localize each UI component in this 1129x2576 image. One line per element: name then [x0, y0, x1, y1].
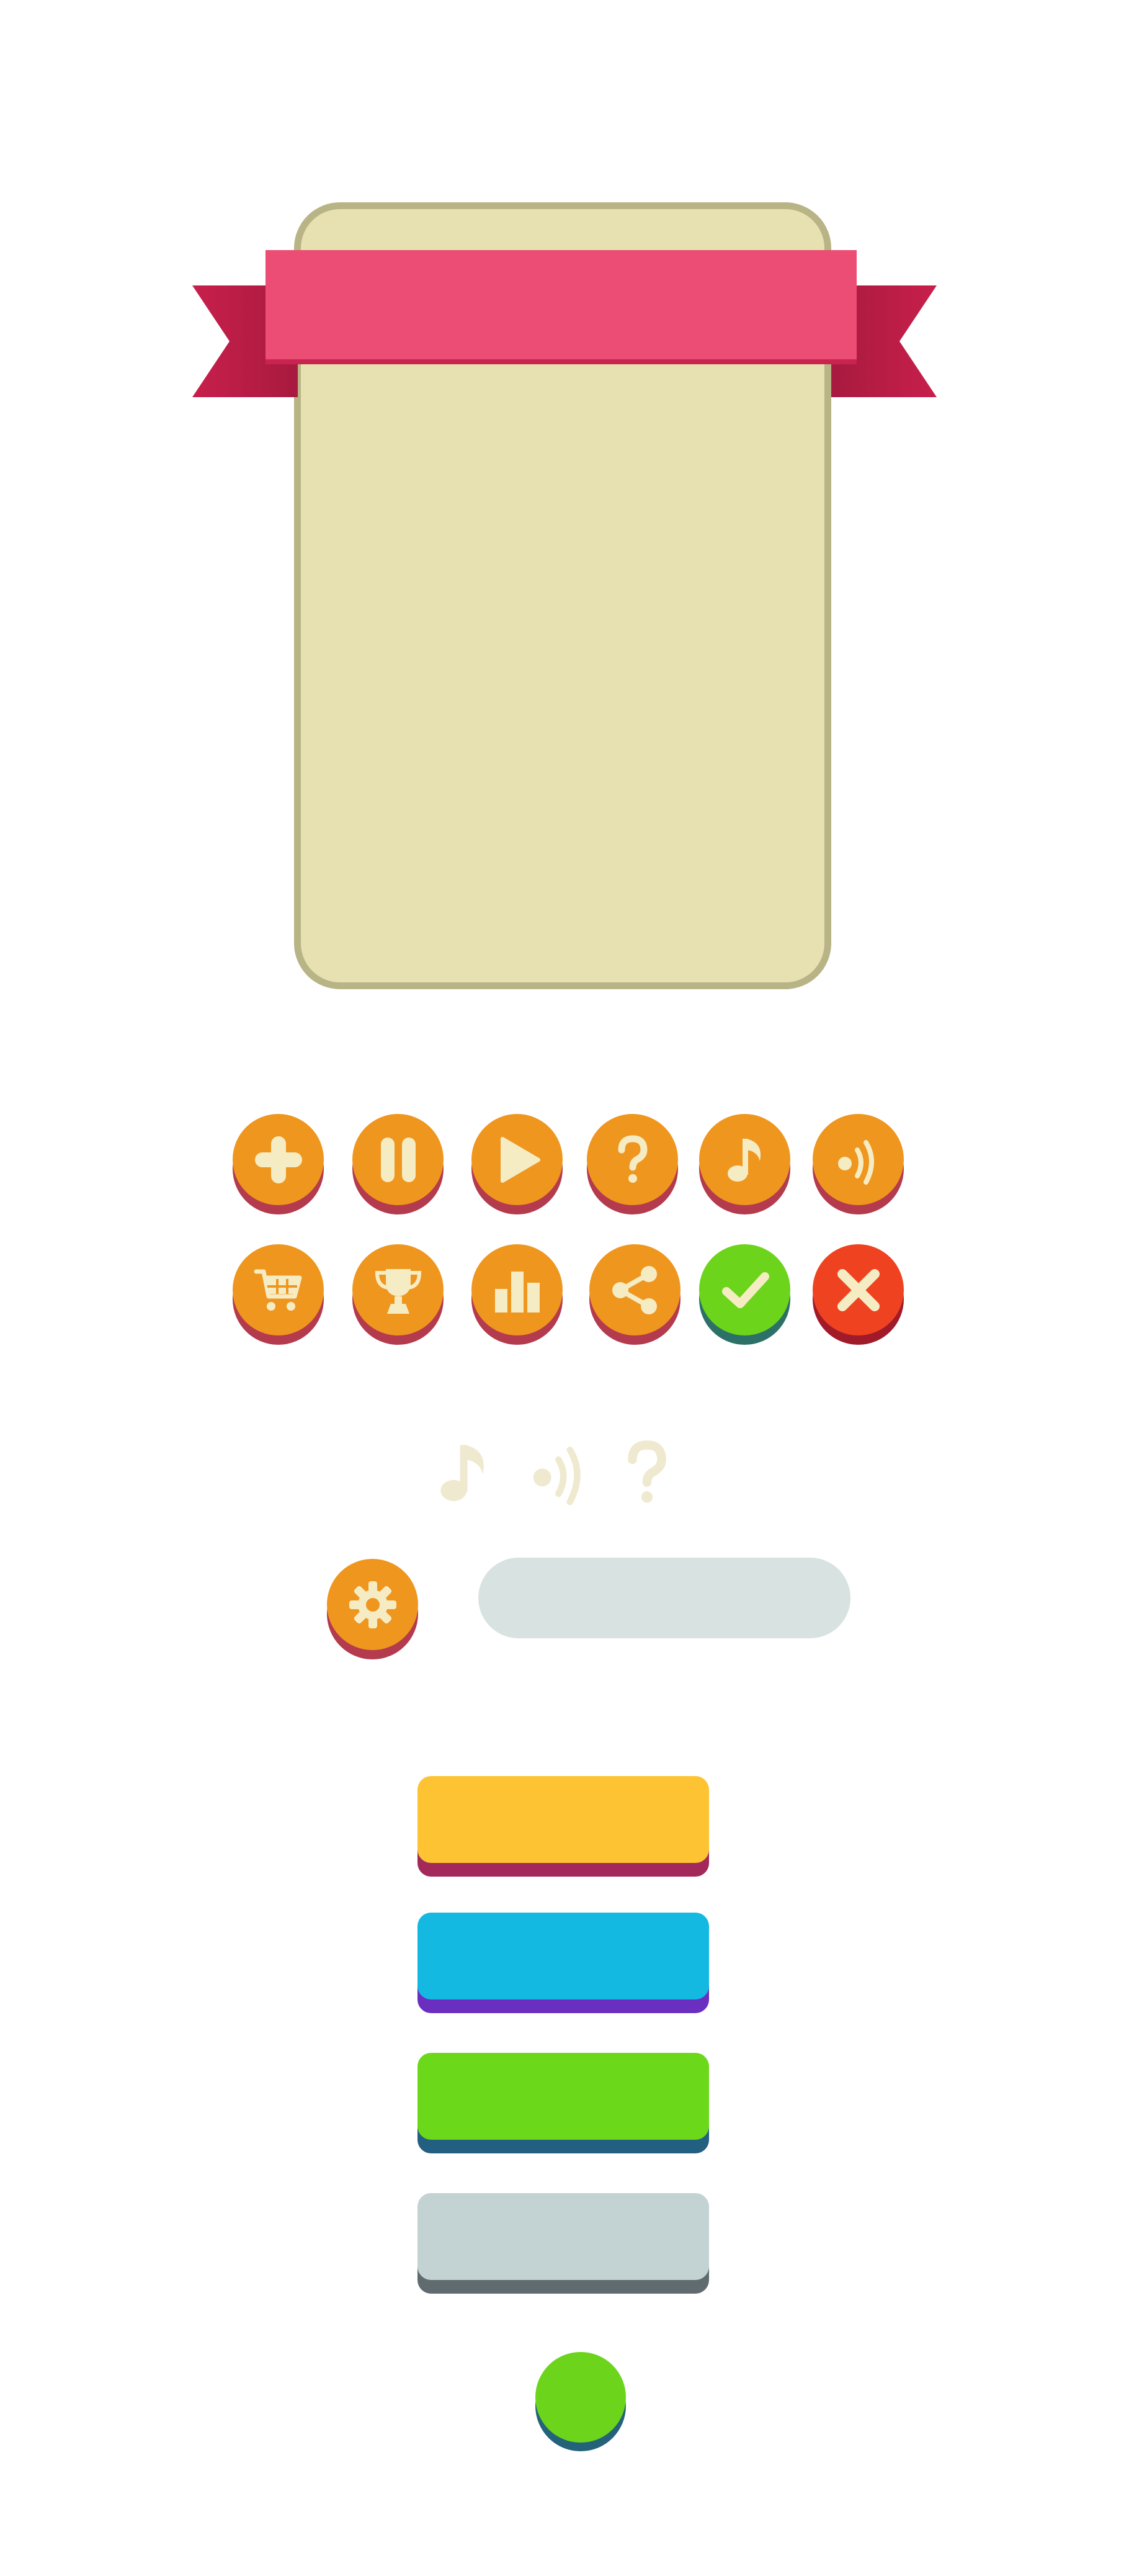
- cancel-button[interactable]: [813, 1244, 904, 1335]
- question-icon-faint: [613, 1438, 681, 1510]
- achievements-button[interactable]: [352, 1244, 444, 1335]
- settings-button[interactable]: [327, 1559, 418, 1650]
- sound-icon: [837, 1139, 874, 1185]
- gear-icon: [349, 1581, 396, 1628]
- trophy-icon: [375, 1268, 421, 1314]
- sound-button[interactable]: [813, 1114, 904, 1205]
- settings-bar[interactable]: [478, 1558, 850, 1638]
- cart-icon: [254, 1269, 301, 1311]
- pause-icon: [380, 1137, 416, 1182]
- leaderboard-button[interactable]: [471, 1244, 563, 1335]
- music-note-icon: [440, 1445, 484, 1501]
- music-note-icon-faint: [429, 1438, 498, 1510]
- music-note-icon: [727, 1138, 761, 1182]
- shop-button[interactable]: [233, 1244, 324, 1335]
- play-icon: [500, 1136, 540, 1183]
- question-icon: [618, 1134, 648, 1183]
- confirm-button[interactable]: [699, 1244, 790, 1335]
- music-button[interactable]: [699, 1114, 790, 1205]
- plus-button[interactable]: [233, 1114, 324, 1205]
- small-green-button[interactable]: [535, 2352, 626, 2443]
- check-icon: [721, 1272, 769, 1308]
- ribbon-banner: [266, 250, 857, 359]
- plus-icon: [254, 1136, 302, 1183]
- green-button[interactable]: [417, 2053, 709, 2140]
- yellow-button[interactable]: [417, 1776, 709, 1863]
- share-icon: [612, 1265, 657, 1314]
- sound-icon: [533, 1447, 581, 1506]
- sound-icon-faint: [526, 1438, 594, 1510]
- close-icon: [837, 1268, 880, 1311]
- blue-button[interactable]: [417, 1913, 709, 1999]
- share-button[interactable]: [589, 1244, 681, 1335]
- help-button[interactable]: [587, 1114, 678, 1205]
- gray-button[interactable]: [417, 2193, 709, 2280]
- leaderboard-icon: [494, 1271, 540, 1313]
- question-icon: [628, 1440, 666, 1503]
- play-button[interactable]: [471, 1114, 563, 1205]
- pause-button[interactable]: [352, 1114, 444, 1205]
